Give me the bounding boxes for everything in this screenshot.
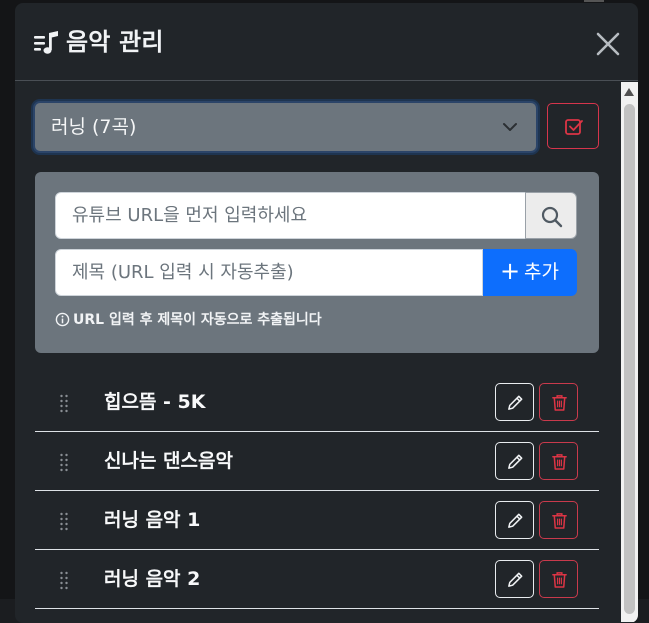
song-row: 러닝 음악 1 — [35, 491, 599, 550]
scrollbar-thumb[interactable] — [624, 104, 635, 614]
chevron-down-icon — [503, 123, 517, 131]
playlist-select[interactable]: 러닝 (7곡) — [33, 101, 538, 153]
title-input-placeholder: 제목 (URL 입력 시 자동추출) — [72, 262, 294, 283]
song-title: 러닝 음악 2 — [104, 568, 201, 590]
edit-song-button[interactable] — [495, 560, 534, 598]
add-song-button[interactable]: + 추가 — [483, 249, 577, 296]
plus-icon: + — [500, 257, 521, 285]
info-circle-icon — [55, 312, 70, 327]
pencil-icon — [508, 513, 523, 528]
scroll-up-arrow-icon[interactable] — [624, 88, 634, 96]
close-icon[interactable] — [593, 29, 623, 59]
background-menu-bar — [584, 0, 604, 2]
playlist-music-icon — [34, 31, 58, 54]
confirm-playlist-button[interactable] — [547, 103, 599, 149]
url-input-placeholder: 유튜브 URL을 먼저 입력하세요 — [72, 205, 308, 226]
delete-song-button[interactable] — [539, 560, 578, 598]
song-row: 신나는 댄스음악 — [35, 432, 599, 491]
add-song-panel: 유튜브 URL을 먼저 입력하세요 제목 (URL 입력 시 자동추출) + 추… — [35, 172, 599, 353]
check-square-icon — [565, 119, 583, 135]
playlist-select-value: 러닝 (7곡) — [51, 116, 137, 138]
search-icon — [541, 206, 563, 228]
song-row: 러닝 음악 2 — [35, 550, 599, 609]
drag-handle-icon[interactable] — [59, 511, 69, 531]
edit-song-button[interactable] — [495, 501, 534, 539]
song-title: 신나는 댄스음악 — [104, 450, 233, 472]
edit-song-button[interactable] — [495, 442, 534, 480]
music-manager-modal: 음악 관리 러닝 (7곡) 유튜브 URL을 먼저 입력하세요 제목 (URL … — [15, 3, 638, 623]
drag-handle-icon[interactable] — [59, 452, 69, 472]
trash-icon — [552, 454, 567, 470]
song-row: 힙으뜸 - 5K — [35, 373, 599, 432]
delete-song-button[interactable] — [539, 501, 578, 539]
add-song-label: 추가 — [524, 261, 559, 283]
drag-handle-icon[interactable] — [59, 393, 69, 413]
modal-title: 음악 관리 — [66, 28, 164, 56]
hint-text: URL 입력 후 제목이 자동으로 추출됩니다 — [73, 312, 322, 328]
drag-handle-icon[interactable] — [59, 570, 69, 590]
pencil-icon — [508, 454, 523, 469]
delete-song-button[interactable] — [539, 442, 578, 480]
youtube-url-input[interactable]: 유튜브 URL을 먼저 입력하세요 — [55, 192, 526, 239]
song-title-input[interactable]: 제목 (URL 입력 시 자동추출) — [55, 249, 483, 296]
edit-song-button[interactable] — [495, 383, 534, 421]
url-search-button[interactable] — [525, 192, 577, 239]
pencil-icon — [508, 395, 523, 410]
pencil-icon — [508, 572, 523, 587]
trash-icon — [552, 572, 567, 588]
song-title: 러닝 음악 1 — [104, 509, 201, 531]
modal-body: 러닝 (7곡) 유튜브 URL을 먼저 입력하세요 제목 (URL 입력 시 자… — [15, 82, 621, 623]
delete-song-button[interactable] — [539, 383, 578, 421]
song-title: 힙으뜸 - 5K — [104, 391, 206, 413]
trash-icon — [552, 513, 567, 529]
modal-scrollbar[interactable] — [621, 82, 638, 622]
modal-header: 음악 관리 — [15, 3, 638, 81]
trash-icon — [552, 395, 567, 411]
